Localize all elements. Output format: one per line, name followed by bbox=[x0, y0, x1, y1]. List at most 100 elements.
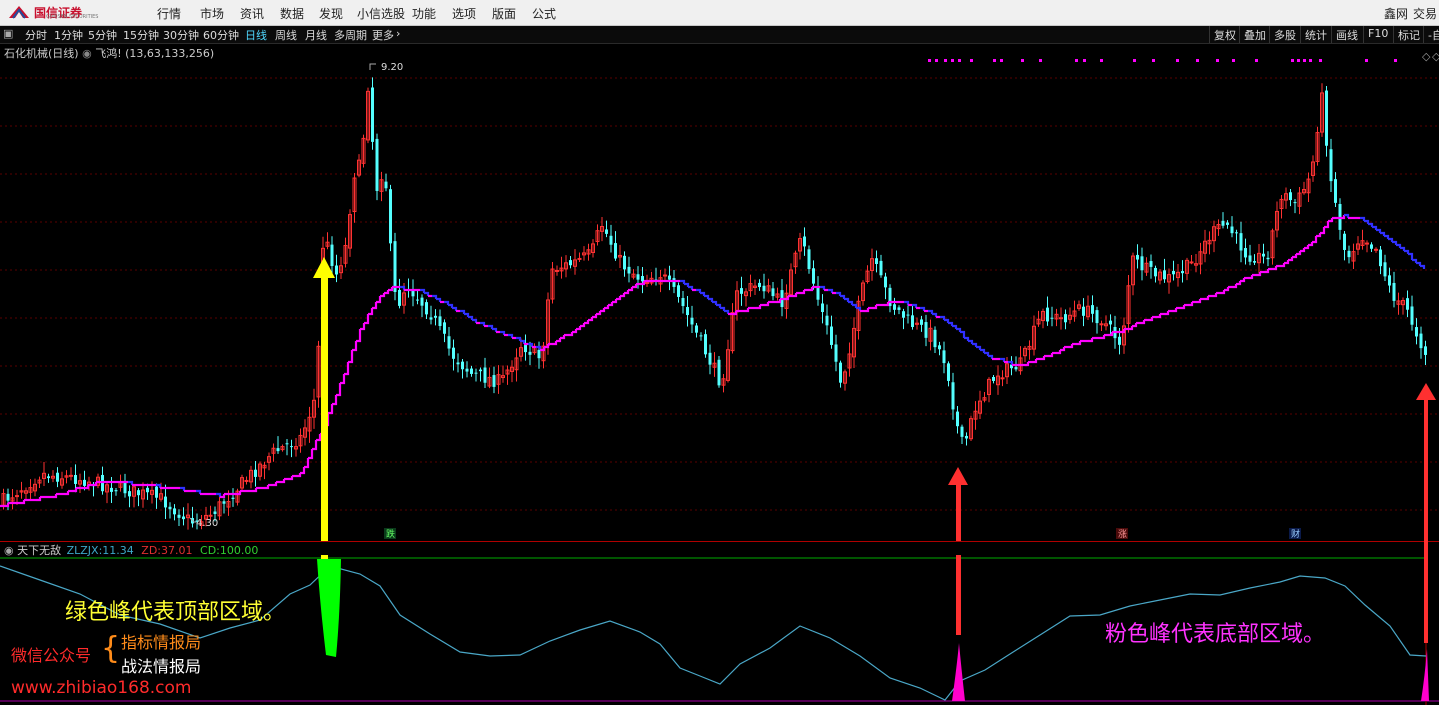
candle-body bbox=[605, 229, 608, 234]
candle-body bbox=[56, 472, 59, 482]
candle-body bbox=[128, 491, 131, 497]
period-5min[interactable]: 5分钟 bbox=[88, 27, 117, 43]
candle-body bbox=[956, 411, 959, 427]
candle-body bbox=[825, 315, 829, 326]
red-arrow-left-shaft bbox=[956, 555, 961, 635]
ma-segment bbox=[380, 293, 386, 298]
candle-body bbox=[839, 362, 842, 383]
candle-body bbox=[47, 476, 50, 479]
period-multi[interactable]: 多周期 bbox=[334, 27, 367, 43]
menu-item-shichang[interactable]: 市场 bbox=[200, 5, 224, 22]
toolbar-huaxian[interactable]: 画线 bbox=[1331, 26, 1362, 43]
ma-segment bbox=[508, 333, 514, 338]
period-weekly[interactable]: 周线 bbox=[275, 27, 297, 43]
signal-dots bbox=[928, 59, 1397, 62]
candle-body bbox=[83, 479, 86, 486]
candle-body bbox=[1383, 262, 1387, 277]
candle-body bbox=[470, 368, 473, 374]
candle-body bbox=[1050, 317, 1054, 319]
period-15min[interactable]: 15分钟 bbox=[123, 27, 159, 43]
toolbar-diejia[interactable]: 叠加 bbox=[1239, 26, 1270, 43]
ma-segment bbox=[592, 314, 598, 319]
ma-segment bbox=[808, 287, 814, 292]
ma-segment bbox=[1076, 341, 1082, 346]
candle-body bbox=[375, 138, 379, 191]
menu-item-gongshi[interactable]: 公式 bbox=[532, 5, 556, 22]
period-60min[interactable]: 60分钟 bbox=[203, 27, 239, 43]
toolbar-fuquan[interactable]: 复权 bbox=[1209, 26, 1240, 43]
candle-body bbox=[1289, 192, 1292, 201]
ma-segment bbox=[556, 338, 562, 343]
menu-item-shuju[interactable]: 数据 bbox=[280, 5, 304, 22]
ma-segment bbox=[20, 500, 26, 505]
menu-item-xiaoxin[interactable]: 小信选股 bbox=[357, 5, 405, 22]
candle-body bbox=[992, 377, 995, 381]
candle-body bbox=[447, 336, 451, 349]
candle-body bbox=[1149, 261, 1153, 267]
menu-item-jiaoyi[interactable]: 交易 bbox=[1413, 5, 1437, 22]
menu-item-gongneng[interactable]: 功能 bbox=[412, 5, 436, 22]
menu-item-faxian[interactable]: 发现 bbox=[319, 5, 343, 22]
candle-body bbox=[452, 347, 455, 359]
period-daily[interactable]: 日线 bbox=[245, 27, 267, 43]
ma-segment bbox=[952, 324, 958, 329]
candle-body bbox=[461, 361, 464, 370]
ma-segment bbox=[252, 488, 258, 493]
ma-segment bbox=[1368, 222, 1374, 227]
ma-segment bbox=[400, 285, 406, 290]
period-30min[interactable]: 30分钟 bbox=[163, 27, 199, 43]
ma-segment bbox=[384, 290, 390, 295]
signal-dot bbox=[1297, 59, 1300, 62]
ma-segment bbox=[980, 348, 986, 353]
period-1min[interactable]: 1分钟 bbox=[54, 27, 83, 43]
website-link[interactable]: www.zhibiao168.com bbox=[11, 678, 191, 698]
ma-segment bbox=[1420, 264, 1426, 269]
period-more[interactable]: 更多 bbox=[372, 27, 394, 43]
candle-body bbox=[429, 317, 433, 320]
event-marker-zhang-label: 涨 bbox=[1118, 529, 1127, 540]
toolbar-f10[interactable]: F10 bbox=[1363, 26, 1392, 43]
ma-segment bbox=[932, 312, 938, 317]
ma-segment bbox=[984, 351, 990, 356]
candle-body bbox=[668, 275, 671, 280]
candle-body bbox=[443, 322, 446, 334]
signal-dot bbox=[1083, 59, 1086, 62]
ma-segment bbox=[1404, 249, 1410, 254]
ma-segment bbox=[196, 489, 202, 494]
wechat-label: 微信公众号 bbox=[11, 646, 92, 665]
panel-toggle-icon[interactable]: ▣ bbox=[3, 27, 13, 40]
candle-body bbox=[663, 274, 667, 277]
candle-body bbox=[897, 307, 901, 310]
ma-segment bbox=[700, 291, 706, 296]
toolbar-more[interactable]: -自 bbox=[1423, 26, 1439, 43]
toolbar-duogu[interactable]: 多股 bbox=[1269, 26, 1300, 43]
kline-chart[interactable]: 9.20 4.30 跌 涨 财 ◇ ◇ bbox=[0, 44, 1439, 541]
menu-item-xuanxiang[interactable]: 选项 bbox=[452, 5, 476, 22]
candle-body bbox=[636, 274, 640, 280]
menu-item-banmian[interactable]: 版面 bbox=[492, 5, 516, 22]
menu-item-zixun[interactable]: 资讯 bbox=[240, 5, 264, 22]
candle-body bbox=[208, 514, 213, 517]
ma-segment bbox=[452, 306, 458, 311]
toolbar-tongji[interactable]: 统计 bbox=[1300, 26, 1331, 43]
ma-segment bbox=[1328, 218, 1334, 223]
signal-dot bbox=[1216, 59, 1219, 62]
ma-segment bbox=[956, 327, 962, 332]
period-fenshi[interactable]: 分时 bbox=[25, 27, 47, 43]
ma-segment bbox=[1048, 353, 1054, 358]
period-monthly[interactable]: 月线 bbox=[305, 27, 327, 43]
ma-segment bbox=[852, 303, 858, 308]
toolbar-biaoji[interactable]: 标记 bbox=[1393, 26, 1424, 43]
diamond-icon-2[interactable]: ◇ bbox=[1432, 50, 1439, 63]
menu-item-xinwang[interactable]: 鑫网 bbox=[1384, 5, 1408, 22]
ma-segment bbox=[1280, 263, 1286, 268]
candle-body bbox=[398, 289, 401, 306]
ma-segment bbox=[1400, 246, 1406, 251]
ma-segment bbox=[944, 318, 950, 323]
candle-body bbox=[1370, 244, 1373, 249]
ma-segment bbox=[272, 482, 278, 487]
diamond-icon[interactable]: ◇ bbox=[1422, 50, 1431, 63]
candle-body bbox=[1379, 249, 1382, 267]
menu-item-hangqing[interactable]: 行情 bbox=[157, 5, 181, 22]
ma-segment bbox=[828, 288, 834, 293]
